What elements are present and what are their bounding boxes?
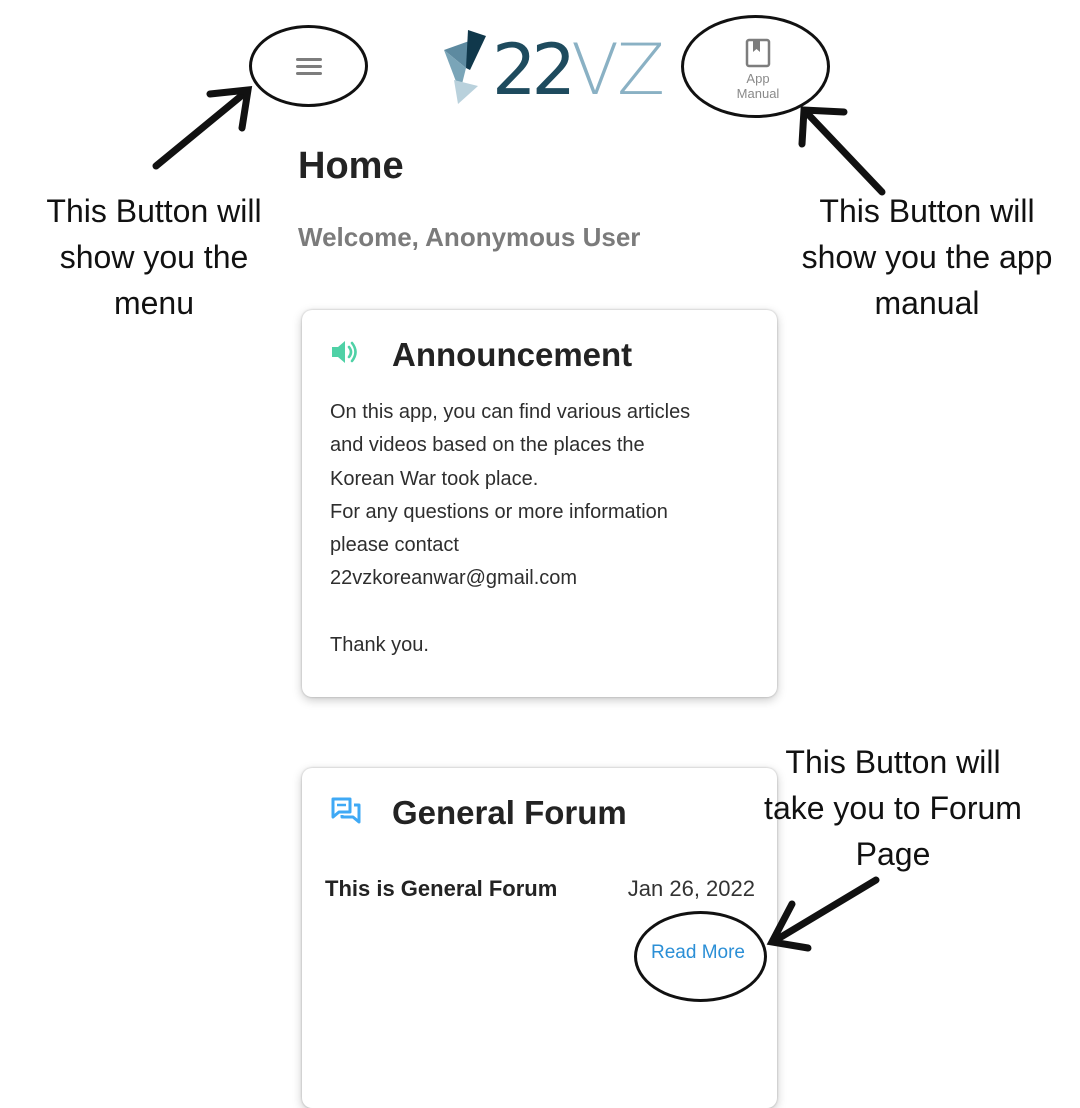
app-logo: 22VZ xyxy=(440,28,665,111)
bookmark-book-icon xyxy=(745,38,771,68)
forum-annotation-text: This Button will take you to Forum Page xyxy=(764,744,1022,872)
chat-bubbles-icon xyxy=(331,797,361,824)
manual-annotation-text: This Button will show you the app manual xyxy=(801,193,1053,321)
menu-arrow-icon xyxy=(152,86,253,170)
read-more-link[interactable]: Read More xyxy=(651,942,745,964)
menu-button[interactable] xyxy=(251,27,367,105)
logo-digits: 22 xyxy=(492,29,576,111)
announcement-body: On this app, you can find various articl… xyxy=(330,396,760,662)
forum-post-row[interactable]: This is General Forum Jan 26, 2022 xyxy=(325,876,755,902)
app-manual-label: App Manual xyxy=(736,71,780,101)
announcement-line: On this app, you can find various articl… xyxy=(330,401,691,423)
speaker-volume-icon xyxy=(332,341,357,363)
logo-mark-icon xyxy=(444,30,486,104)
logo-letters: VZ xyxy=(571,29,665,111)
announcement-title: Announcement xyxy=(392,336,633,373)
forum-topic: This is General Forum xyxy=(325,876,558,901)
forum-date: Jan 26, 2022 xyxy=(627,876,755,901)
announcement-card: Announcement On this app, you can find v… xyxy=(302,310,777,697)
general-forum-card: General Forum This is General Forum Jan … xyxy=(302,768,777,1108)
announcement-line: Korean War took place. xyxy=(330,467,539,490)
forum-title: General Forum xyxy=(392,794,627,831)
menu-annotation-text: This Button will show you the menu xyxy=(46,193,262,321)
welcome-text: Welcome, Anonymous User xyxy=(298,222,641,252)
announcement-line: and videos based on the places the xyxy=(330,434,645,457)
forum-arrow-icon xyxy=(766,876,880,952)
announcement-line: For any questions or more information xyxy=(330,500,668,523)
app-manual-button[interactable]: App Manual xyxy=(705,30,811,110)
announcement-line: please contact xyxy=(330,534,459,557)
manual-arrow-icon xyxy=(798,106,886,196)
page-title: Home xyxy=(298,145,404,187)
announcement-blank-line xyxy=(330,596,760,629)
contact-email: 22vzkoreanwar@gmail.com xyxy=(330,567,578,590)
hamburger-menu-icon xyxy=(296,54,322,79)
announcement-line: Thank you. xyxy=(330,634,429,657)
